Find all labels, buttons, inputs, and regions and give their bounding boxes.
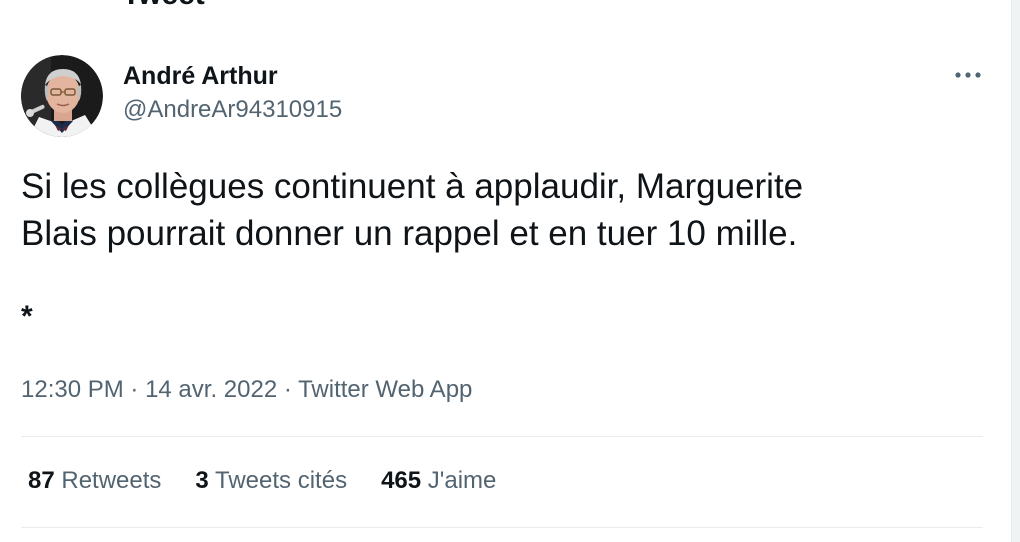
likes-stat[interactable]: 465 J'aime [381,467,496,495]
quote-tweets-count: 3 [195,467,209,494]
retweets-count: 87 [28,467,55,494]
tweet-text: Si les collègues continuent à applaudir,… [21,163,981,257]
tweet-text-extra: * [21,300,33,333]
tweet-time-link[interactable]: 12:30 PM [21,376,124,403]
more-options-button[interactable] [950,62,986,88]
author-handle[interactable]: @AndreAr94310915 [123,96,342,124]
meta-separator: · [277,376,299,403]
scrollbar-track[interactable] [1011,0,1020,542]
divider [21,527,983,528]
retweets-label: Retweets [61,467,162,494]
tweet-source-link[interactable]: Twitter Web App [298,376,472,403]
tweet-text-line: Blais pourrait donner un rappel et en tu… [21,214,798,253]
profile-photo-icon [21,55,103,137]
likes-label: J'aime [427,467,497,494]
divider [21,436,983,437]
more-horizontal-icon [955,72,981,78]
avatar[interactable] [21,55,103,137]
quote-tweets-label: Tweets cités [215,467,348,494]
retweets-stat[interactable]: 87 Retweets [28,467,161,495]
author-display-name[interactable]: André Arthur [123,62,278,91]
quote-tweets-stat[interactable]: 3 Tweets cités [195,467,347,495]
meta-separator: · [123,376,146,403]
tweet-stats: 87 Retweets 3 Tweets cités 465 J'aime [28,467,496,495]
likes-count: 465 [381,467,422,494]
tweet-meta: 12:30 PM · 14 avr. 2022 · Twitter Web Ap… [21,376,472,404]
tweet-date-link[interactable]: 14 avr. 2022 [145,376,277,403]
tweet-text-line: Si les collègues continuent à applaudir,… [21,167,804,206]
page-header-title: Tweet [122,0,205,12]
